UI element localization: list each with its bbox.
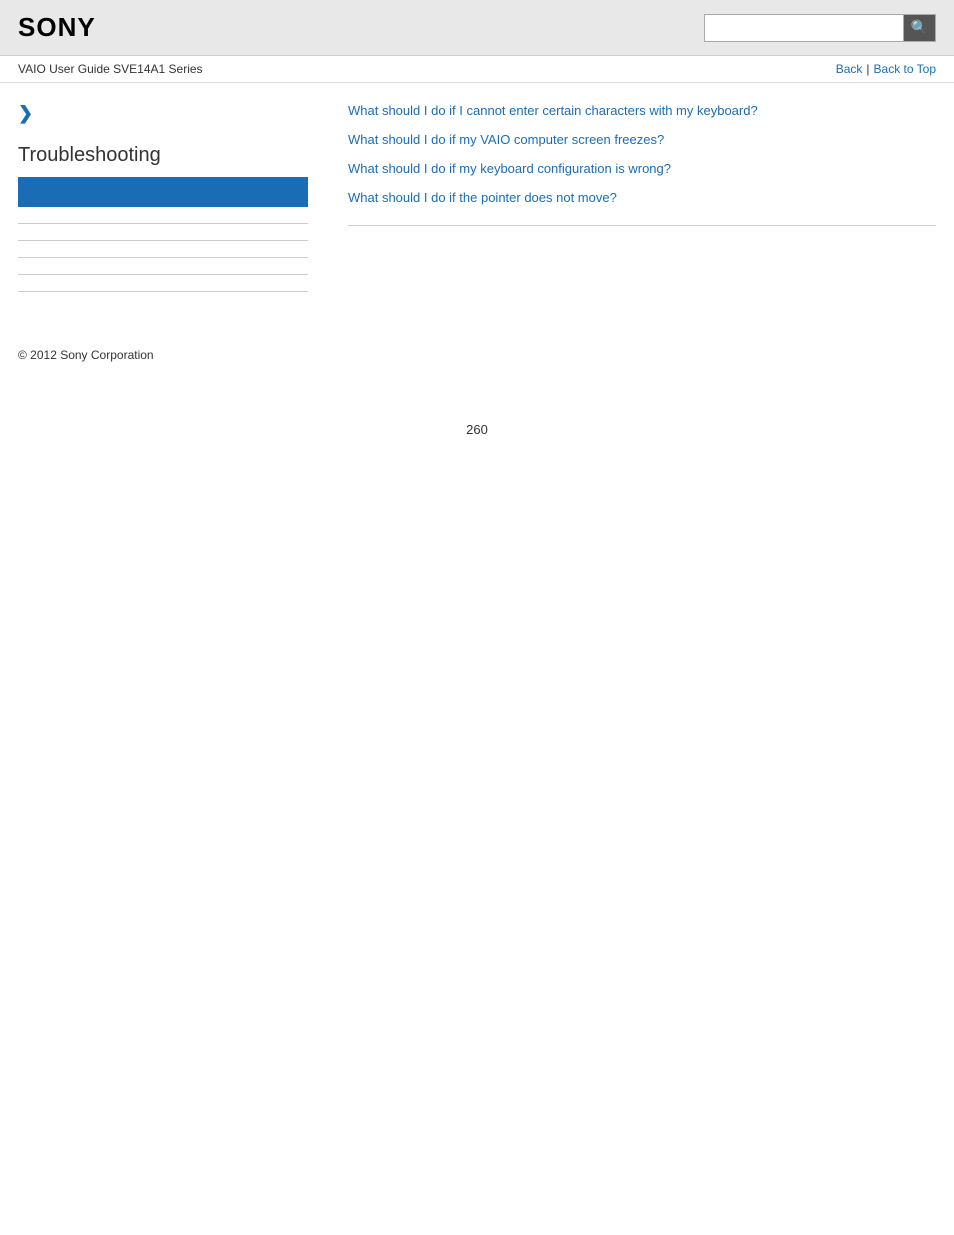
sony-logo: SONY	[18, 12, 96, 43]
sidebar-divider-5	[18, 291, 308, 292]
footer: © 2012 Sony Corporation	[0, 328, 954, 382]
nav-separator: |	[866, 62, 869, 76]
content-link-4[interactable]: What should I do if the pointer does not…	[348, 190, 936, 205]
page-number: 260	[0, 422, 954, 457]
sidebar-active-item[interactable]	[18, 177, 308, 207]
search-input[interactable]	[704, 14, 904, 42]
sidebar: ❯ Troubleshooting	[18, 103, 328, 308]
content-link-2[interactable]: What should I do if my VAIO computer scr…	[348, 132, 936, 147]
sidebar-divider-4	[18, 274, 308, 275]
content-divider	[348, 225, 936, 226]
sidebar-divider-1	[18, 223, 308, 224]
breadcrumb-bar: VAIO User Guide SVE14A1 Series Back | Ba…	[0, 56, 954, 83]
search-icon: 🔍	[911, 19, 928, 36]
chevron-icon: ❯	[18, 103, 308, 124]
content-link-3[interactable]: What should I do if my keyboard configur…	[348, 161, 936, 176]
sidebar-divider-3	[18, 257, 308, 258]
guide-title: VAIO User Guide SVE14A1 Series	[18, 62, 203, 76]
sidebar-divider-2	[18, 240, 308, 241]
breadcrumb-nav: Back | Back to Top	[836, 62, 936, 76]
content-area: What should I do if I cannot enter certa…	[328, 103, 936, 308]
back-to-top-link[interactable]: Back to Top	[874, 62, 936, 76]
page-header: SONY 🔍	[0, 0, 954, 56]
sidebar-dividers	[18, 223, 308, 292]
content-link-1[interactable]: What should I do if I cannot enter certa…	[348, 103, 936, 118]
main-content: ❯ Troubleshooting What should I do if I …	[0, 83, 954, 328]
back-link[interactable]: Back	[836, 62, 863, 76]
content-links: What should I do if I cannot enter certa…	[348, 103, 936, 205]
sidebar-title: Troubleshooting	[18, 144, 308, 167]
search-area: 🔍	[704, 14, 936, 42]
copyright-text: © 2012 Sony Corporation	[18, 348, 154, 362]
search-button[interactable]: 🔍	[904, 14, 936, 42]
